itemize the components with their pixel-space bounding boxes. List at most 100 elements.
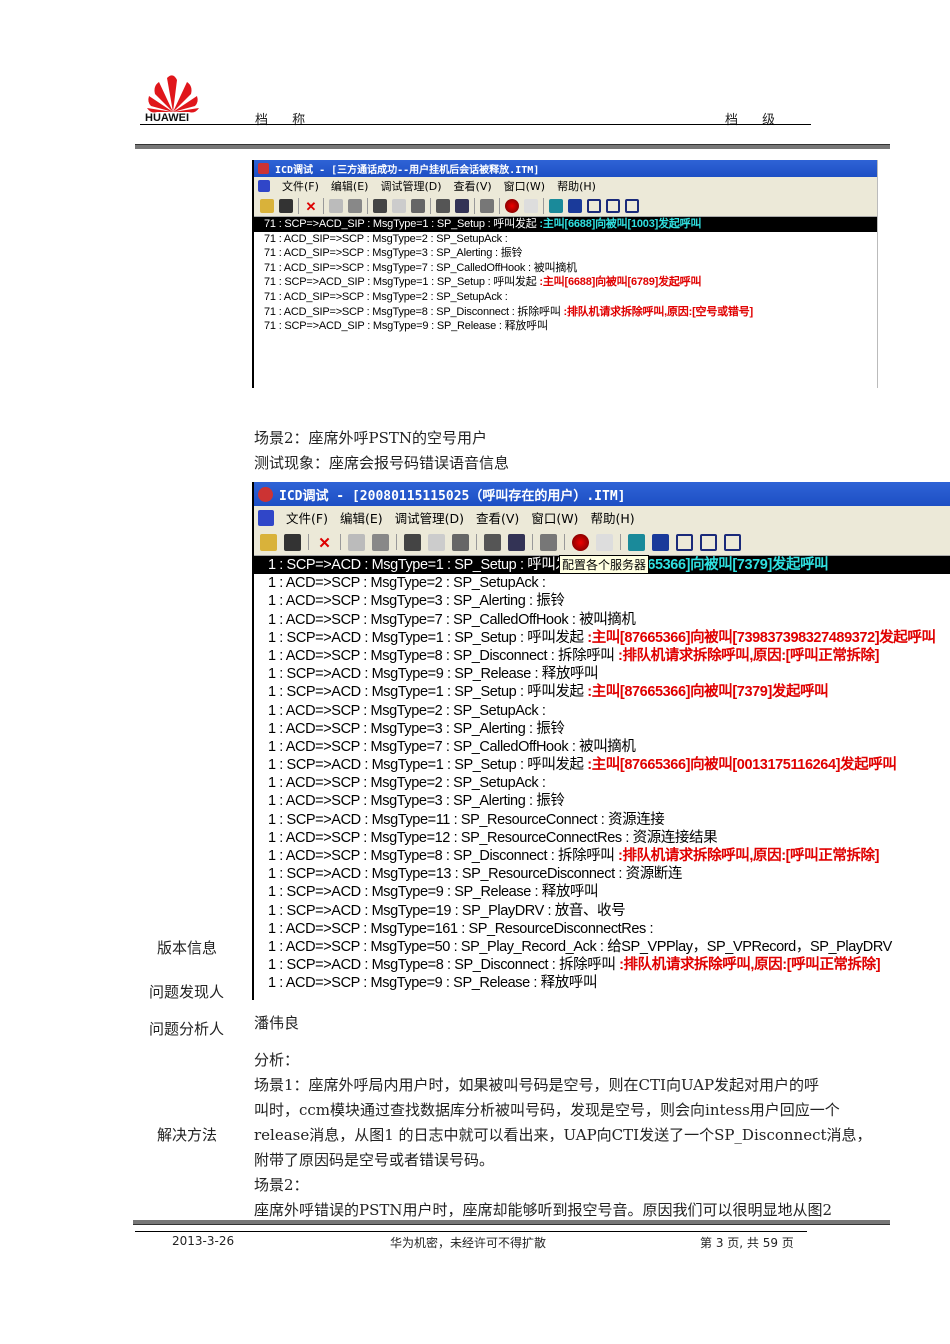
copy-icon[interactable] <box>329 198 343 213</box>
tile-horizontal-icon[interactable] <box>587 198 601 213</box>
config-icon[interactable] <box>540 533 557 551</box>
log-row[interactable]: 1 : SCP=>ACD : MsgType=8 : SP_Disconnect… <box>254 956 950 974</box>
toolbar: ✕ <box>254 529 950 556</box>
delete-icon[interactable]: ✕ <box>304 199 318 214</box>
log-row[interactable]: 1 : SCP=>ACD : MsgType=1 : SP_Setup : 呼叫… <box>254 629 950 647</box>
analyst-name: 潘伟良 <box>254 1014 300 1032</box>
log-row[interactable]: 71 : SCP=>ACD_SIP : MsgType=1 : SP_Setup… <box>254 275 877 290</box>
log-row[interactable]: 71 : SCP=>ACD_SIP : MsgType=9 : SP_Relea… <box>254 319 877 334</box>
log-row[interactable]: 71 : ACD_SIP=>SCP : MsgType=2 : SP_Setup… <box>254 290 877 305</box>
find-next-icon[interactable] <box>392 198 406 213</box>
log-row[interactable]: 1 : ACD=>SCP : MsgType=8 : SP_Disconnect… <box>254 847 950 865</box>
menu-file[interactable]: 文件(F) <box>282 178 319 194</box>
goto-icon[interactable] <box>411 198 425 213</box>
log-row[interactable]: 1 : SCP=>ACD : MsgType=13 : SP_ResourceD… <box>254 865 950 883</box>
menu-debug[interactable]: 调试管理(D) <box>380 178 441 194</box>
menu-help[interactable]: 帮助(H) <box>590 508 634 527</box>
open-icon[interactable] <box>260 533 277 551</box>
menu-file[interactable]: 文件(F) <box>286 508 328 527</box>
menu-edit[interactable]: 编辑(E) <box>331 178 369 194</box>
menu-window[interactable]: 窗口(W) <box>504 178 545 194</box>
log-row[interactable]: 1 : SCP=>ACD : MsgType=19 : SP_PlayDRV :… <box>254 902 950 920</box>
log-row[interactable]: 1 : ACD=>SCP : MsgType=3 : SP_Alerting :… <box>254 720 950 738</box>
log-row[interactable]: 1 : ACD=>SCP : MsgType=3 : SP_Alerting :… <box>254 792 950 810</box>
log-row[interactable]: 1 : ACD=>SCP : MsgType=8 : SP_Disconnect… <box>254 647 950 665</box>
log-row[interactable]: 1 : ACD=>SCP : MsgType=2 : SP_SetupAck : <box>254 774 950 792</box>
log-row[interactable]: 1 : ACD=>SCP : MsgType=12 : SP_ResourceC… <box>254 829 950 847</box>
menu-edit[interactable]: 编辑(E) <box>340 508 383 527</box>
log-message: 1 : SCP=>ACD : MsgType=9 : SP_Release : … <box>268 884 599 901</box>
log-detail: :排队机请求拆除呼叫,原因:[呼叫正常拆除] <box>619 957 881 974</box>
log-list: 71 : SCP=>ACD_SIP : MsgType=1 : SP_Setup… <box>254 217 877 334</box>
stop-icon[interactable] <box>596 533 613 551</box>
log-row[interactable]: 71 : ACD_SIP=>SCP : MsgType=2 : SP_Setup… <box>254 232 877 247</box>
log-row[interactable]: 71 : ACD_SIP=>SCP : MsgType=3 : SP_Alert… <box>254 246 877 261</box>
list-icon[interactable] <box>484 533 501 551</box>
log-message: 71 : ACD_SIP=>SCP : MsgType=7 : SP_Calle… <box>264 261 577 274</box>
grid-icon[interactable] <box>508 533 525 551</box>
log-row[interactable]: 1 : ACD=>SCP : MsgType=2 : SP_SetupAck : <box>254 702 950 720</box>
log-row[interactable]: 1 : ACD=>SCP : MsgType=3 : SP_Alerting :… <box>254 592 950 610</box>
log-row[interactable]: 1 : ACD=>SCP : MsgType=161 : SP_Resource… <box>254 920 950 938</box>
log-message: 1 : SCP=>ACD : MsgType=9 : SP_Release : … <box>268 666 599 683</box>
menu-window[interactable]: 窗口(W) <box>531 508 578 527</box>
log-row[interactable]: 71 : SCP=>ACD_SIP : MsgType=1 : SP_Setup… <box>254 217 877 232</box>
log-row[interactable]: 1 : ACD=>SCP : MsgType=7 : SP_CalledOffH… <box>254 611 950 629</box>
log-message: 71 : ACD_SIP=>SCP : MsgType=2 : SP_Setup… <box>264 232 508 245</box>
log-message: 1 : ACD=>SCP : MsgType=8 : SP_Disconnect… <box>268 848 619 864</box>
analysis-text: 分析： 场景1：座席外呼局内用户时，如果被叫号码是空号，则在CTI向UAP发起对用… <box>254 1049 872 1224</box>
stop-icon[interactable] <box>524 198 538 213</box>
cascade-icon[interactable] <box>549 198 563 213</box>
paste-icon[interactable] <box>348 198 362 213</box>
save-icon[interactable] <box>284 533 301 551</box>
open-icon[interactable] <box>260 198 274 213</box>
analysis-line: release消息，从图1 的日志中就可以看出来，UAP向CTI发送了一个SP_… <box>254 1126 872 1144</box>
goto-icon[interactable] <box>452 533 469 551</box>
tile-horizontal-icon[interactable] <box>676 533 693 551</box>
record-icon[interactable] <box>572 533 589 551</box>
log-detail: :排队机请求拆除呼叫,原因:[呼叫正常拆除] <box>618 848 880 864</box>
log-row[interactable]: 1 : SCP=>ACD : MsgType=11 : SP_ResourceC… <box>254 811 950 829</box>
log-row[interactable]: 1 : ACD=>SCP : MsgType=50 : SP_Play_Reco… <box>254 938 950 956</box>
log-row[interactable]: 1 : SCP=>ACD : MsgType=1 : SP_Setup : 呼叫… <box>254 756 950 774</box>
arrange-icon[interactable] <box>724 533 741 551</box>
log-row[interactable]: 1 : SCP=>ACD : MsgType=1 : SP_Setup : 呼叫… <box>254 683 950 701</box>
header-thick-divider <box>135 144 890 149</box>
menu-help[interactable]: 帮助(H) <box>557 178 596 194</box>
log-message: 1 : SCP=>ACD : MsgType=1 : SP_Setup : 呼叫… <box>268 757 588 774</box>
save-icon[interactable] <box>279 198 293 213</box>
log-detail: :主叫[6688]向被叫[1003]发起呼叫 <box>539 218 702 230</box>
copy-icon[interactable] <box>348 533 365 551</box>
find-icon[interactable] <box>373 198 387 213</box>
window-title: ICD调试 - [三方通话成功--用户挂机后会话被释放.ITM] <box>275 165 540 176</box>
arrange-icon[interactable] <box>625 198 639 213</box>
tile-icon[interactable] <box>652 533 669 551</box>
brand-text: HUAWEI <box>145 112 189 124</box>
tile-vertical-icon[interactable] <box>700 533 717 551</box>
cascade-icon[interactable] <box>628 533 645 551</box>
log-row[interactable]: 1 : ACD=>SCP : MsgType=9 : SP_Release : … <box>254 974 950 992</box>
log-row[interactable]: 1 : SCP=>ACD : MsgType=9 : SP_Release : … <box>254 665 950 683</box>
menu-debug[interactable]: 调试管理(D) <box>395 508 464 527</box>
menu-view[interactable]: 查看(V) <box>476 508 519 527</box>
log-detail: :主叫[6688]向被叫[6789]发起呼叫 <box>539 276 702 289</box>
grid-icon[interactable] <box>455 198 469 213</box>
log-row[interactable]: 1 : SCP=>ACD : MsgType=9 : SP_Release : … <box>254 883 950 901</box>
log-row[interactable]: 71 : ACD_SIP=>SCP : MsgType=7 : SP_Calle… <box>254 261 877 276</box>
paste-icon[interactable] <box>372 533 389 551</box>
log-row[interactable]: 1 : ACD=>SCP : MsgType=2 : SP_SetupAck : <box>254 574 950 592</box>
record-icon[interactable] <box>505 198 519 213</box>
log-message: 1 : ACD=>SCP : MsgType=3 : SP_Alerting :… <box>268 720 565 737</box>
log-row[interactable]: 1 : ACD=>SCP : MsgType=7 : SP_CalledOffH… <box>254 738 950 756</box>
log-message: 71 : SCP=>ACD_SIP : MsgType=9 : SP_Relea… <box>264 320 548 333</box>
tile-vertical-icon[interactable] <box>606 198 620 213</box>
delete-icon[interactable]: ✕ <box>316 534 333 552</box>
log-row[interactable]: 71 : ACD_SIP=>SCP : MsgType=8 : SP_Disco… <box>254 305 877 320</box>
list-icon[interactable] <box>436 198 450 213</box>
menu-view[interactable]: 查看(V) <box>454 178 492 194</box>
find-next-icon[interactable] <box>428 533 445 551</box>
menu-bar: 文件(F) 编辑(E) 调试管理(D) 查看(V) 窗口(W) 帮助(H) <box>254 177 877 195</box>
find-icon[interactable] <box>404 533 421 551</box>
config-icon[interactable] <box>480 198 494 213</box>
tile-icon[interactable] <box>568 198 582 213</box>
